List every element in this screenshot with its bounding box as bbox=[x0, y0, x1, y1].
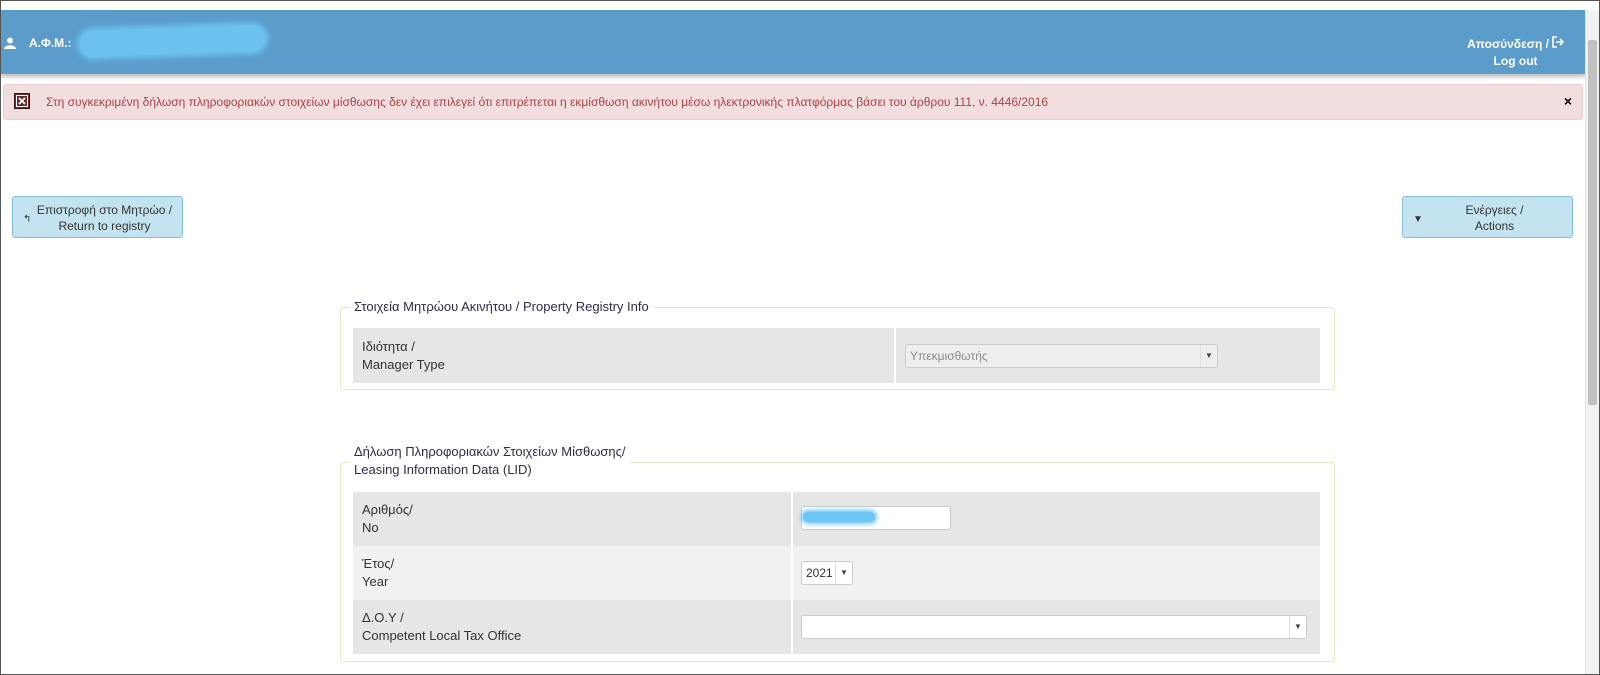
alert-close-button[interactable]: × bbox=[1564, 93, 1572, 109]
lid-number-redacted bbox=[803, 512, 875, 522]
actions-button-label-gr: Ενέργειες / bbox=[1465, 203, 1524, 217]
manager-type-label-en: Manager Type bbox=[362, 356, 445, 372]
error-alert: Στη συγκεκριμένη δήλωση πληροφοριακών στ… bbox=[3, 84, 1583, 120]
cell-divider bbox=[791, 492, 793, 546]
year-select[interactable]: 2021 ▼ bbox=[801, 561, 853, 585]
manager-type-row: Ιδιότητα / Manager Type Υπεκμισθωτής ▼ bbox=[353, 328, 1320, 383]
manager-type-select[interactable]: Υπεκμισθωτής ▼ bbox=[905, 344, 1218, 368]
lid-number-label-gr: Αριθμός/ bbox=[362, 502, 413, 517]
lid-legend: Δήλωση Πληροφοριακών Στοιχείων Μίσθωσης/… bbox=[350, 443, 630, 479]
sign-out-icon bbox=[1552, 36, 1565, 53]
tax-office-label-gr: Δ.Ο.Υ / bbox=[362, 610, 404, 625]
lid-legend-gr: Δήλωση Πληροφοριακών Στοιχείων Μίσθωσης/ bbox=[354, 444, 626, 459]
property-registry-legend: Στοιχεία Μητρώου Ακινήτου / Property Reg… bbox=[350, 298, 653, 316]
return-button-label-en: Return to registry bbox=[58, 219, 151, 233]
return-to-registry-button[interactable]: ↰ Επιστροφή στο Μητρώο / Return to regis… bbox=[12, 196, 183, 238]
year-value: 2021 bbox=[806, 566, 833, 580]
chevron-down-icon: ▼ bbox=[1200, 345, 1217, 367]
tax-office-label: Δ.Ο.Υ / Competent Local Tax Office bbox=[353, 600, 782, 654]
year-label-en: Year bbox=[362, 574, 389, 589]
app-header: Α.Φ.Μ.: Αποσύνδεση / Log out bbox=[0, 10, 1586, 74]
year-row: Έτος/ Year 2021 ▼ bbox=[353, 546, 1320, 600]
chevron-down-icon: ▼ bbox=[1289, 616, 1306, 638]
user-icon bbox=[4, 37, 16, 49]
year-label: Έτος/ Year bbox=[353, 546, 782, 600]
logout-link[interactable]: Αποσύνδεση / Log out bbox=[1467, 36, 1565, 70]
lid-legend-en: Leasing Information Data (LID) bbox=[354, 462, 532, 477]
afm-value-redacted bbox=[79, 24, 266, 58]
tax-office-row: Δ.Ο.Υ / Competent Local Tax Office ▼ bbox=[353, 600, 1320, 654]
manager-type-label: Ιδιότητα / Manager Type bbox=[353, 328, 892, 383]
cell-divider bbox=[894, 328, 896, 383]
chevron-down-icon: ▼ bbox=[835, 562, 852, 584]
manager-type-value: Υπεκμισθωτής bbox=[910, 349, 988, 363]
alert-message: Στη συγκεκριμένη δήλωση πληροφοριακών στ… bbox=[46, 95, 1049, 109]
caret-down-icon: ▼ bbox=[1413, 214, 1423, 225]
scrollbar-thumb[interactable] bbox=[1588, 40, 1597, 405]
actions-dropdown-button[interactable]: ▼ Ενέργειες / Actions bbox=[1402, 196, 1573, 238]
logout-label-en: Log out bbox=[1493, 54, 1538, 69]
tax-office-label-en: Competent Local Tax Office bbox=[362, 628, 522, 643]
return-button-label-gr: Επιστροφή στο Μητρώο / bbox=[36, 203, 173, 217]
manager-type-label-gr: Ιδιότητα / bbox=[362, 338, 415, 354]
browser-top-strip bbox=[0, 0, 1600, 10]
lid-number-label-en: No bbox=[362, 520, 379, 535]
logout-label-gr: Αποσύνδεση / bbox=[1467, 36, 1565, 53]
back-arrow-icon: ↰ bbox=[23, 214, 32, 225]
year-label-gr: Έτος/ bbox=[362, 556, 395, 571]
tax-office-select[interactable]: ▼ bbox=[801, 615, 1307, 639]
cell-divider bbox=[791, 546, 793, 600]
error-icon bbox=[14, 93, 30, 109]
cell-divider bbox=[791, 600, 793, 654]
lid-number-label: Αριθμός/ No bbox=[353, 492, 782, 546]
lid-number-row: Αριθμός/ No bbox=[353, 492, 1320, 546]
actions-button-label-en: Actions bbox=[1474, 219, 1515, 233]
afm-label: Α.Φ.Μ.: bbox=[29, 36, 72, 50]
page-scrollbar[interactable] bbox=[1585, 10, 1600, 675]
